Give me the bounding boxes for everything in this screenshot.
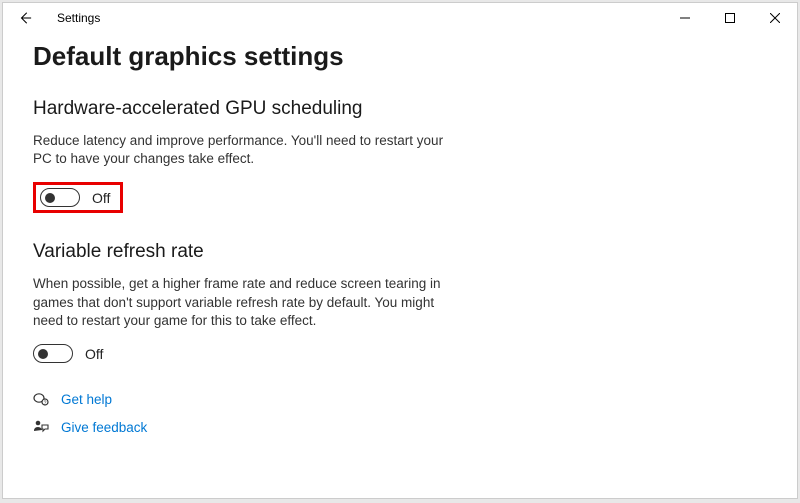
page-title: Default graphics settings (33, 41, 767, 72)
give-feedback-row: Give feedback (33, 419, 767, 435)
get-help-link[interactable]: Get help (61, 392, 112, 407)
gpu-scheduling-toggle[interactable] (40, 188, 80, 207)
close-icon (770, 13, 780, 23)
vrr-toggle[interactable] (33, 344, 73, 363)
section-variable-refresh: Variable refresh rate When possible, get… (33, 241, 767, 363)
close-button[interactable] (752, 3, 797, 33)
minimize-button[interactable] (662, 3, 707, 33)
get-help-row: ? Get help (33, 391, 767, 407)
vrr-toggle-row: Off (33, 344, 767, 363)
gpu-toggle-label: Off (92, 190, 110, 206)
section-desc-gpu: Reduce latency and improve performance. … (33, 132, 453, 168)
vrr-toggle-label: Off (85, 346, 103, 362)
give-feedback-link[interactable]: Give feedback (61, 420, 147, 435)
help-icon: ? (33, 391, 49, 407)
section-desc-vrr: When possible, get a higher frame rate a… (33, 275, 453, 330)
highlighted-toggle-region: Off (33, 182, 123, 213)
window-controls (662, 3, 797, 33)
settings-window: Settings Default graphics settings Hardw… (2, 2, 798, 499)
toggle-knob-icon (45, 193, 55, 203)
section-heading-vrr: Variable refresh rate (33, 241, 767, 263)
window-title: Settings (57, 11, 100, 25)
titlebar: Settings (3, 3, 797, 33)
maximize-icon (725, 13, 735, 23)
maximize-button[interactable] (707, 3, 752, 33)
back-button[interactable] (11, 4, 39, 32)
toggle-knob-icon (38, 349, 48, 359)
section-gpu-scheduling: Hardware-accelerated GPU scheduling Redu… (33, 98, 767, 241)
content-area: Default graphics settings Hardware-accel… (3, 33, 797, 467)
arrow-left-icon (18, 11, 32, 25)
svg-text:?: ? (44, 400, 47, 406)
feedback-icon (33, 419, 49, 435)
minimize-icon (680, 13, 690, 23)
section-heading-gpu: Hardware-accelerated GPU scheduling (33, 98, 767, 120)
